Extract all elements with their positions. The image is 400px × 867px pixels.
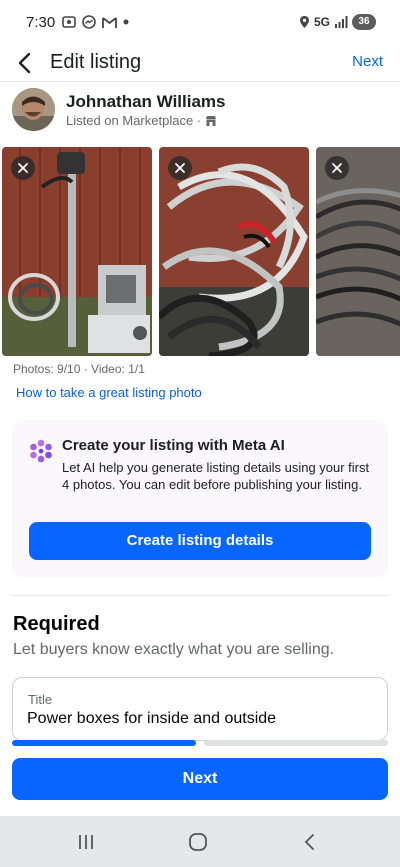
title-field[interactable]: Title Power boxes for inside and outside: [12, 677, 388, 741]
meta-ai-icon: [30, 439, 52, 463]
marketplace-icon: [206, 115, 217, 126]
system-nav-bar: [0, 816, 400, 867]
seller-subtitle: Listed on Marketplace ·: [66, 113, 217, 128]
home-icon: [189, 833, 207, 851]
avatar[interactable]: [12, 88, 55, 131]
back-button[interactable]: [14, 50, 36, 76]
status-bar: 7:30 5G 36: [0, 0, 400, 44]
seller-name: Johnathan Williams: [66, 92, 226, 111]
messenger-icon: [82, 15, 96, 29]
listing-photo[interactable]: [316, 147, 400, 356]
home-button[interactable]: [186, 830, 210, 854]
location-icon: [299, 16, 309, 28]
remove-photo-button[interactable]: [325, 156, 349, 180]
required-section-subtitle: Let buyers know exactly what you are sel…: [13, 641, 335, 658]
status-right: 5G 36: [299, 14, 376, 30]
required-section-title: Required: [13, 613, 100, 635]
title-field-label: Title: [28, 692, 53, 707]
next-button[interactable]: Next: [12, 758, 388, 800]
system-back-button[interactable]: [298, 830, 322, 854]
remove-photo-button[interactable]: [168, 156, 192, 180]
progress-step-2: [204, 740, 388, 746]
photo-tips-link[interactable]: How to take a great listing photo: [16, 385, 202, 400]
gmail-icon: [102, 16, 117, 28]
meta-ai-title: Create your listing with Meta AI: [62, 437, 285, 454]
listed-on-label: Listed on Marketplace ·: [66, 113, 202, 128]
recent-apps-icon: [79, 835, 93, 849]
notification-icons: [62, 15, 129, 29]
create-listing-details-button[interactable]: Create listing details: [29, 522, 371, 560]
signal-icon: [335, 16, 348, 28]
page-title: Edit listing: [50, 51, 142, 73]
progress-step-1: [12, 740, 196, 746]
photo-carousel[interactable]: [0, 147, 400, 357]
screenshot-icon: [62, 16, 76, 28]
battery-indicator: 36: [352, 14, 376, 30]
status-time: 7:30: [26, 14, 56, 31]
recent-apps-button[interactable]: [74, 830, 98, 854]
close-icon: [332, 163, 342, 173]
meta-ai-description: Let AI help you generate listing details…: [62, 460, 370, 492]
avatar-image: [12, 88, 55, 131]
section-divider: [12, 595, 388, 596]
chevron-left-icon: [304, 834, 314, 850]
remove-photo-button[interactable]: [11, 156, 35, 180]
seller-row: Johnathan Williams Listed on Marketplace…: [0, 86, 400, 136]
header-next-link[interactable]: Next: [352, 53, 383, 70]
close-icon: [175, 163, 185, 173]
step-progress: [12, 740, 388, 746]
listing-photo[interactable]: [159, 147, 309, 356]
dot-icon: [123, 19, 129, 25]
photo-count-label: Photos: 9/10 · Video: 1/1: [13, 362, 145, 376]
app-header: Edit listing Next: [0, 44, 400, 82]
title-field-value[interactable]: Power boxes for inside and outside: [27, 710, 276, 728]
network-label: 5G: [313, 15, 330, 29]
meta-ai-card: Create your listing with Meta AI Let AI …: [12, 420, 388, 577]
close-icon: [18, 163, 28, 173]
listing-photo[interactable]: [2, 147, 152, 356]
back-arrow-icon: [18, 52, 31, 74]
